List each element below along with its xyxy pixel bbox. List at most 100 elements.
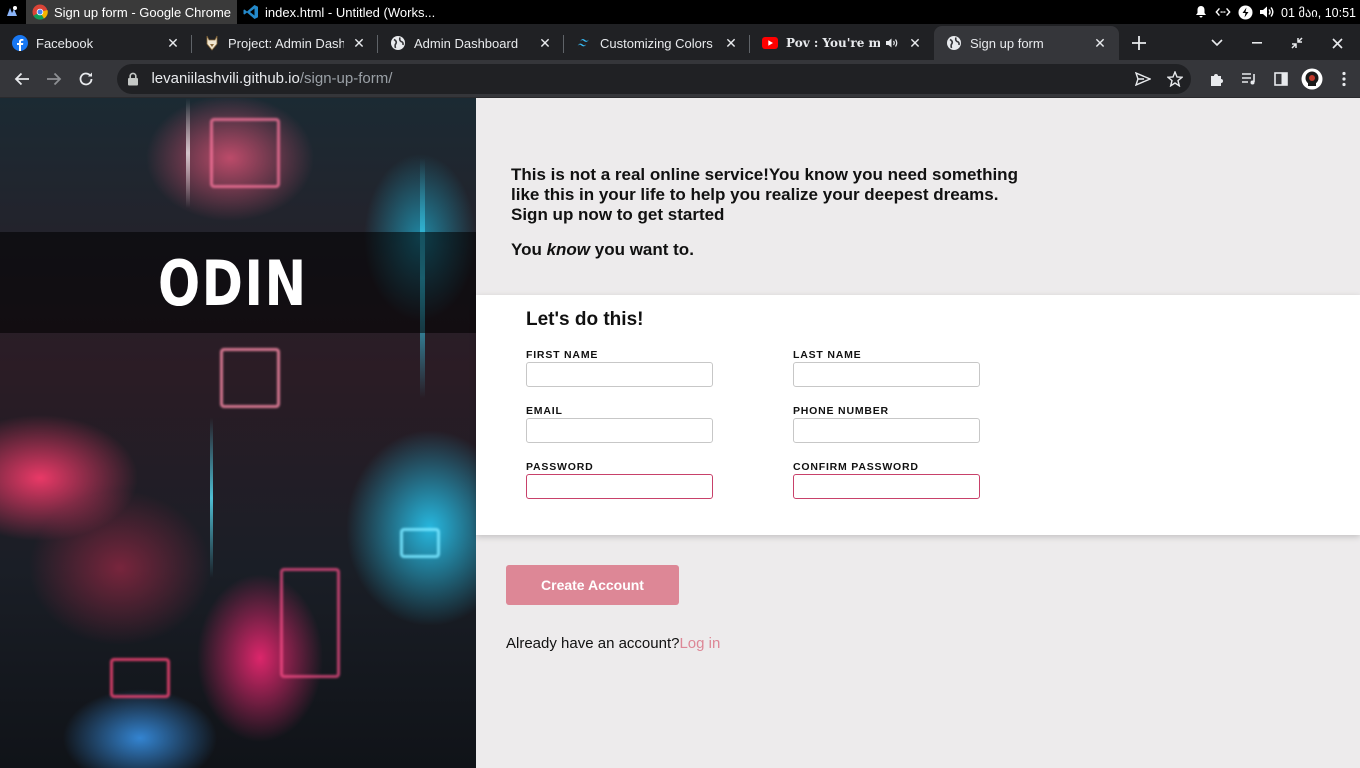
tagline-emphasis: know xyxy=(546,240,591,259)
close-icon[interactable]: ✕ xyxy=(164,34,182,52)
tagline-prefix: You xyxy=(511,240,547,259)
tab-admin-dashboard[interactable]: Admin Dashboard ✕ xyxy=(378,26,564,60)
tab-sign-up-form[interactable]: Sign up form ✕ xyxy=(934,26,1119,60)
youtube-icon xyxy=(762,35,778,51)
chevron-down-icon xyxy=(1211,39,1223,47)
logo-text: ODIN xyxy=(158,246,308,320)
signup-form: Let's do this! FIRST NAME LAST NAME EMAI… xyxy=(476,295,1360,535)
tab-label: Facebook xyxy=(36,35,94,51)
side-panel-icon xyxy=(1273,71,1288,86)
odin-icon xyxy=(204,35,220,51)
create-account-button[interactable]: Create Account xyxy=(506,565,679,605)
password-input[interactable] xyxy=(526,474,713,499)
minimize-icon xyxy=(1252,42,1262,44)
taskbar-window-label: Sign up form - Google Chrome xyxy=(54,4,232,20)
last-name-input[interactable] xyxy=(793,362,980,387)
reload-button[interactable] xyxy=(70,63,102,95)
password-label: PASSWORD xyxy=(526,461,594,473)
os-taskbar: Sign up form - Google Chrome index.html … xyxy=(0,0,1360,24)
back-button[interactable] xyxy=(6,63,38,95)
bookmark-button[interactable] xyxy=(1159,63,1191,95)
window-close-button[interactable] xyxy=(1317,26,1357,60)
new-tab-button[interactable] xyxy=(1119,26,1159,60)
close-icon[interactable]: ✕ xyxy=(350,34,368,52)
plus-icon xyxy=(1132,36,1146,50)
login-prompt-text: Already have an account? xyxy=(506,635,680,652)
restore-button[interactable] xyxy=(1277,26,1317,60)
speaker-icon[interactable] xyxy=(884,35,900,51)
chrome-icon xyxy=(32,4,48,20)
send-icon xyxy=(1134,71,1151,86)
close-icon[interactable]: ✕ xyxy=(536,34,554,52)
media-controls-button[interactable] xyxy=(1233,63,1265,95)
minimize-button[interactable] xyxy=(1237,26,1277,60)
password-field: PASSWORD xyxy=(526,461,714,499)
profile-button[interactable] xyxy=(1296,63,1328,95)
email-label: EMAIL xyxy=(526,405,563,417)
avatar xyxy=(1301,68,1323,89)
menu-button[interactable] xyxy=(1328,63,1360,95)
extensions-button[interactable] xyxy=(1201,63,1233,95)
first-name-input[interactable] xyxy=(526,362,713,387)
tab-customizing-colors[interactable]: Customizing Colors - T ✕ xyxy=(564,26,750,60)
globe-icon xyxy=(390,35,406,51)
share-button[interactable] xyxy=(1127,63,1159,95)
system-menu-icon xyxy=(4,4,20,20)
hero-background-image xyxy=(0,98,476,768)
confirm-password-input[interactable] xyxy=(793,474,980,499)
last-name-label: LAST NAME xyxy=(793,349,862,361)
arrow-right-icon xyxy=(46,72,61,85)
close-icon[interactable]: ✕ xyxy=(1091,34,1109,52)
taskbar-window-chrome[interactable]: Sign up form - Google Chrome xyxy=(26,0,238,24)
tailwind-icon xyxy=(576,35,592,51)
tab-project-admin-dashboard[interactable]: Project: Admin Dashb ✕ xyxy=(192,26,378,60)
email-input[interactable] xyxy=(526,418,713,443)
first-name-field: FIRST NAME xyxy=(526,349,714,387)
puzzle-icon xyxy=(1210,73,1223,86)
phone-number-input[interactable] xyxy=(793,418,980,443)
close-icon xyxy=(1331,37,1343,49)
restore-icon xyxy=(1291,37,1303,49)
volume-icon[interactable] xyxy=(1259,4,1275,20)
odin-logo: ODIN xyxy=(156,240,326,326)
address-bar[interactable]: levaniilashvili.github.io/sign-up-form/ xyxy=(117,63,1191,95)
browser-tabstrip: Facebook ✕ Project: Admin Dashb ✕ Admin … xyxy=(0,24,1360,60)
confirm-password-label: CONFIRM PASSWORD xyxy=(793,461,919,473)
side-panel-button[interactable] xyxy=(1265,63,1297,95)
playlist-icon xyxy=(1241,72,1255,84)
email-field: EMAIL xyxy=(526,405,714,443)
lock-icon[interactable] xyxy=(127,72,141,86)
intro-tagline: You know you want to. xyxy=(511,240,1031,260)
taskbar-window-vscode[interactable]: index.html - Untitled (Works... xyxy=(237,0,441,24)
tab-label: Customizing Colors - T xyxy=(600,35,716,51)
vscode-icon xyxy=(243,4,259,20)
kebab-menu-icon xyxy=(1342,71,1346,86)
url-path: /sign-up-form/ xyxy=(299,70,393,87)
login-link[interactable]: Log in xyxy=(679,635,720,652)
os-menu-button[interactable] xyxy=(0,0,26,24)
confirm-password-field: CONFIRM PASSWORD xyxy=(793,461,981,499)
taskbar-window-label: index.html - Untitled (Works... xyxy=(265,4,436,20)
tagline-suffix: you want to. xyxy=(590,240,694,259)
tab-label: Project: Admin Dashb xyxy=(228,35,344,51)
reload-icon xyxy=(79,72,92,85)
facebook-icon xyxy=(12,35,28,51)
power-icon[interactable] xyxy=(1237,4,1253,20)
phone-number-label: PHONE NUMBER xyxy=(793,405,889,417)
close-icon[interactable]: ✕ xyxy=(722,34,740,52)
close-icon[interactable]: ✕ xyxy=(906,34,924,52)
page-viewport: ODIN This is not a real online service!Y… xyxy=(0,98,1360,768)
tab-facebook[interactable]: Facebook ✕ xyxy=(0,26,192,60)
url-host: levaniilashvili.github.io xyxy=(151,70,300,87)
phone-number-field: PHONE NUMBER xyxy=(793,405,981,443)
forward-button[interactable] xyxy=(38,63,70,95)
tab-youtube[interactable]: Pov : You're misun ✕ xyxy=(750,26,934,60)
login-prompt: Already have an account?Log in xyxy=(506,635,720,652)
bell-icon[interactable] xyxy=(1193,4,1209,20)
network-icon[interactable] xyxy=(1215,4,1231,20)
arrow-left-icon xyxy=(14,72,29,85)
star-icon xyxy=(1166,70,1183,87)
intro-paragraph: This is not a real online service!You kn… xyxy=(511,165,1018,224)
tab-search-button[interactable] xyxy=(1197,26,1237,60)
clock[interactable]: 01 მაი, 10:51 xyxy=(1281,5,1356,20)
